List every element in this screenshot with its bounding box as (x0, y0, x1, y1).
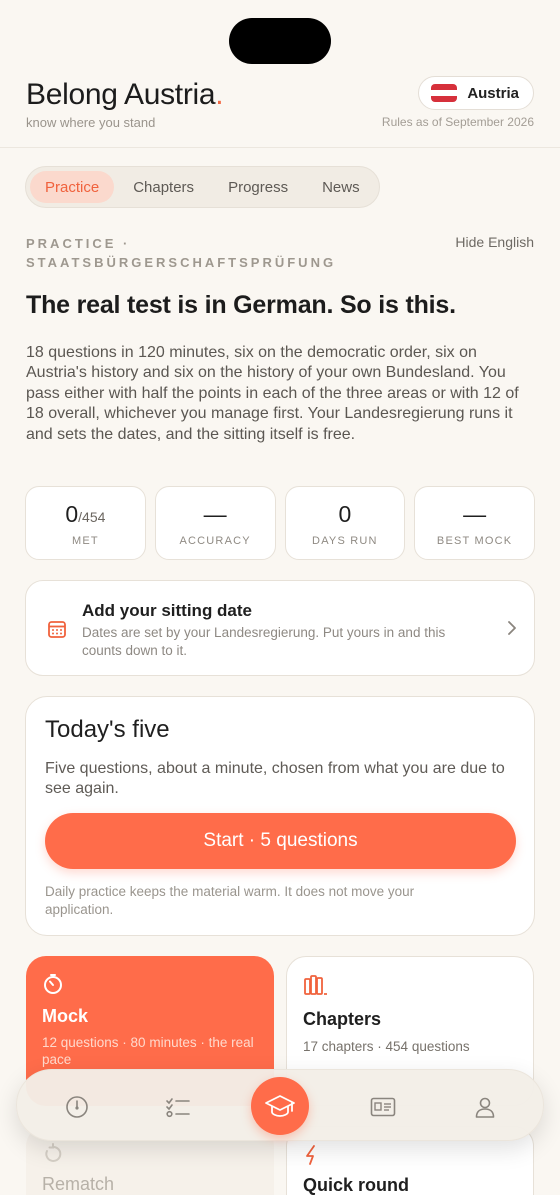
stat-accuracy: — ACCURACY (154, 486, 276, 560)
intro-text: 18 questions in 120 minutes, six on the … (26, 344, 519, 443)
rematch-title: Rematch (42, 1174, 115, 1194)
app-header: Belong Austria. know where you stand Aus… (0, 70, 560, 148)
chapters-subtitle: 17 chapters · 454 questions (303, 1039, 470, 1054)
brand-title: Belong Austria. (26, 78, 224, 111)
stat-days-run: 0 DAYS RUN (284, 486, 406, 560)
rules-date: Rules as of September 2026 (381, 115, 534, 129)
camera-island (229, 18, 331, 64)
country-label: Austria (467, 84, 519, 102)
books-icon (304, 975, 327, 995)
start-button[interactable]: Start · 5 questions (45, 813, 516, 869)
todays-five-title: Today's five (45, 716, 170, 743)
bottom-nav (16, 1069, 544, 1141)
tab-news[interactable]: News (307, 171, 375, 203)
stat-met: 0/454 MET (25, 486, 146, 560)
gauge-icon[interactable] (64, 1094, 90, 1120)
chapters-title: Chapters (303, 1009, 382, 1029)
timer-icon (44, 974, 62, 994)
chevron-right-icon (508, 621, 516, 635)
tab-chapters[interactable]: Chapters (118, 171, 209, 203)
tab-progress[interactable]: Progress (213, 171, 303, 203)
quick-round-title: Quick round (303, 1175, 410, 1195)
todays-five-footnote: Daily practice keeps the material warm. … (45, 884, 415, 917)
stat-best-mock: — BEST MOCK (414, 486, 535, 560)
tab-practice[interactable]: Practice (30, 171, 115, 203)
calendar-icon (48, 621, 66, 638)
sitting-date-card[interactable]: Add your sitting date Dates are set by y… (25, 580, 535, 676)
section-label: PRACTICE · STAATSBÜRGERSCHAFTSPRÜFUNG (26, 236, 337, 270)
mock-title: Mock (42, 1006, 89, 1026)
redo-icon (45, 1143, 62, 1162)
todays-five-card: Today's five Five questions, about a min… (25, 696, 535, 936)
stats-row: 0/454 MET — ACCURACY 0 DAYS RUN — BEST M… (25, 486, 535, 560)
sitting-title: Add your sitting date (82, 601, 252, 620)
lightning-icon (306, 1145, 315, 1165)
page-headline: The real test is in German. So is this. (26, 291, 456, 319)
mock-subtitle: 12 questions · 80 minutes · the real pac… (42, 1035, 254, 1067)
id-card-icon[interactable] (370, 1094, 396, 1120)
todays-five-subtitle: Five questions, about a minute, chosen f… (45, 760, 505, 797)
main-tabs: Practice Chapters Progress News (25, 166, 380, 208)
country-selector[interactable]: Austria (418, 76, 534, 110)
person-icon[interactable] (472, 1094, 498, 1120)
graduation-cap-icon[interactable] (251, 1077, 309, 1135)
sitting-subtitle: Dates are set by your Landesregierung. P… (82, 625, 446, 658)
checklist-icon[interactable] (165, 1094, 191, 1120)
hide-english-toggle[interactable]: Hide English (455, 234, 534, 250)
tagline: know where you stand (26, 115, 156, 130)
austria-flag-icon (431, 84, 458, 102)
